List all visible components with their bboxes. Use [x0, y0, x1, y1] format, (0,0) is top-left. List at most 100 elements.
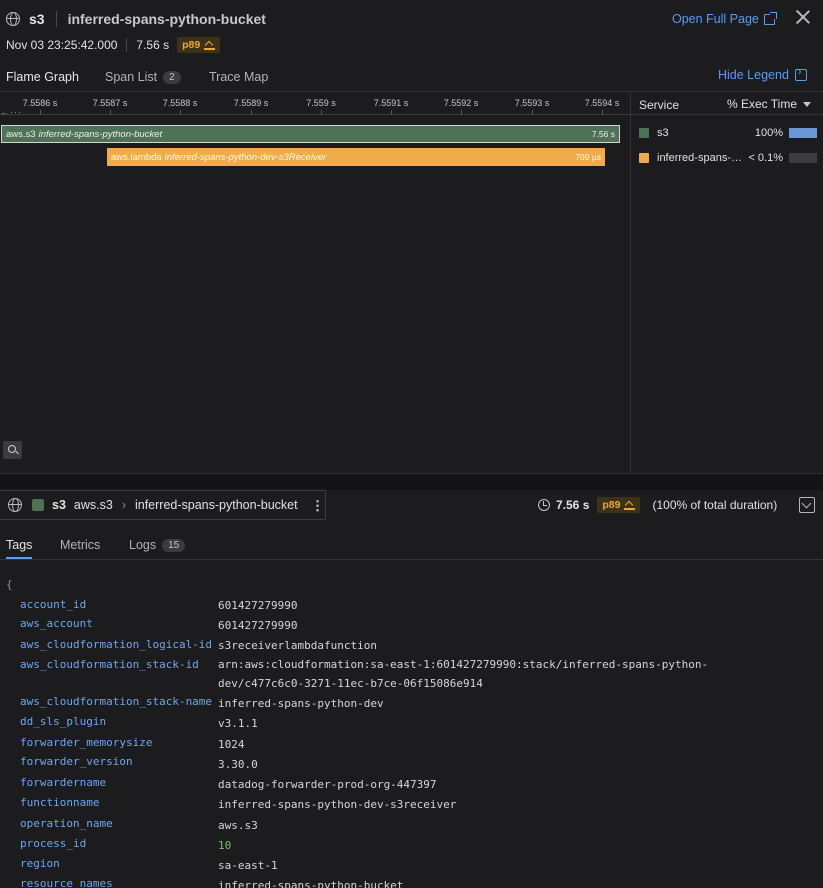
globe-icon [6, 12, 20, 26]
tag-value[interactable]: datadog-forwarder-prod-org-447397 [218, 778, 437, 791]
tab-trace-map[interactable]: Trace Map [209, 68, 268, 86]
service-name: s3 [29, 11, 45, 27]
tag-key[interactable]: operation_name [20, 817, 113, 830]
flame-graph[interactable]: ←··· 7.5586 s 7.5587 s 7.5588 s 7.5589 s… [0, 93, 630, 473]
tag-value[interactable]: inferred-spans-python-dev-s3receiver [218, 798, 456, 811]
span-duration: 709 µs [575, 152, 601, 162]
span-resource: inferred-spans-python-bucket [134, 498, 298, 512]
collapse-panel-icon[interactable] [799, 497, 815, 513]
tab-label: Logs [129, 538, 157, 552]
globe-icon [8, 498, 22, 512]
tag-value[interactable]: 3.30.0 [218, 758, 258, 771]
tag-value[interactable]: inferred-spans-python-dev [218, 697, 384, 710]
tick-mark [40, 110, 41, 115]
resource-name: inferred-spans-python-bucket [67, 11, 266, 27]
tick-label: 7.5591 s [373, 98, 409, 108]
exec-time-fill [789, 128, 817, 138]
legend-row-inferred-spans[interactable]: inferred-spans-python-dev < 0.1% [631, 149, 823, 167]
tab-flame-graph[interactable]: Flame Graph [6, 68, 79, 98]
legend-header: Service % Exec Time [631, 93, 823, 115]
tab-metrics[interactable]: Metrics [60, 536, 100, 554]
tag-value[interactable]: 10 [218, 839, 231, 852]
span-duration: 7.56 s [591, 129, 615, 139]
tag-value-continued[interactable]: dev/c477c6c0-3271-11ec-b7ce-06f15086e914 [218, 677, 483, 690]
tag-key[interactable]: forwarder_version [20, 755, 133, 768]
tag-key[interactable]: aws_account [20, 617, 93, 630]
legend-exec-pct: < 0.1% [748, 152, 783, 164]
hide-legend-button[interactable]: Hide Legend [718, 66, 807, 82]
header-meta-row: Nov 03 23:25:42.000 7.56 s p89 [6, 37, 221, 53]
span-duration: 7.56 s [556, 498, 590, 512]
close-icon[interactable] [795, 9, 811, 25]
tag-value[interactable]: 1024 [218, 738, 245, 751]
tag-value[interactable]: inferred-spans-python-bucket [218, 879, 403, 888]
tab-label: Span List [105, 70, 158, 84]
tick-label: 7.5586 s [22, 98, 58, 108]
tag-key[interactable]: aws_cloudformation_stack-id [20, 658, 199, 671]
tag-value[interactable]: sa-east-1 [218, 859, 278, 872]
tag-key[interactable]: region [20, 857, 60, 870]
tag-value[interactable]: v3.1.1 [218, 717, 258, 730]
more-options-icon[interactable] [316, 499, 319, 512]
tag-value[interactable]: 601427279990 [218, 619, 297, 632]
exec-time-bar [789, 128, 817, 138]
tag-key[interactable]: resource_names [20, 877, 113, 888]
span-operation: aws.s3 [6, 128, 36, 140]
span-bar-lambda[interactable]: aws.lambda inferred-spans-python-dev-s3R… [107, 148, 605, 166]
header-title-row: s3 inferred-spans-python-bucket [6, 9, 266, 29]
tag-key[interactable]: forwarder_memorysize [20, 736, 152, 749]
tag-value[interactable]: s3receiverlambdafunction [218, 639, 377, 652]
tab-logs[interactable]: Logs 15 [129, 536, 186, 554]
divider [126, 38, 128, 52]
tab-label: Metrics [60, 538, 101, 552]
span-resource: inferred-spans-python-dev-s3Receiver [164, 151, 327, 163]
span-operation: aws.lambda [111, 151, 162, 163]
selected-span-bar: s3 aws.s3 › inferred-spans-python-bucket… [0, 490, 823, 520]
tag-key[interactable]: process_id [20, 837, 86, 850]
zoom-icon[interactable] [3, 441, 22, 459]
tick-mark [321, 110, 322, 115]
legend-col-exec-label: % Exec Time [727, 97, 798, 111]
open-full-page-link[interactable]: Open Full Page [672, 11, 777, 26]
legend-row-s3[interactable]: s3 100% [631, 124, 823, 142]
service-color-swatch [639, 128, 649, 138]
tag-value[interactable]: arn:aws:cloudformation:sa-east-1:6014272… [218, 658, 708, 671]
external-link-icon [763, 11, 777, 25]
span-header: s3 inferred-spans-python-bucket Open Ful… [0, 0, 823, 64]
tag-value[interactable]: aws.s3 [218, 819, 258, 832]
percentile-label: p89 [602, 499, 621, 511]
tag-key[interactable]: forwardername [20, 776, 106, 789]
tab-tags[interactable]: Tags [6, 536, 32, 559]
tag-key[interactable]: functionname [20, 796, 99, 809]
tab-span-list[interactable]: Span List 2 [105, 68, 181, 86]
legend-service-name: inferred-spans-python-dev [657, 152, 745, 164]
percentile-badge[interactable]: p89 [177, 37, 221, 53]
span-operation: aws.s3 [73, 498, 113, 512]
tick-mark [110, 110, 111, 115]
resize-handle[interactable] [0, 473, 823, 490]
distribution-icon [624, 501, 636, 510]
service-color-swatch [32, 499, 44, 511]
clock-icon [538, 499, 550, 511]
span-breadcrumb: s3 aws.s3 › inferred-spans-python-bucket [0, 490, 326, 520]
tag-key[interactable]: aws_cloudformation_stack-name [20, 695, 212, 708]
span-duration-info: 7.56 s p89 (100% of total duration) [538, 497, 777, 513]
tag-key[interactable]: dd_sls_plugin [20, 715, 106, 728]
percentile-badge[interactable]: p89 [597, 497, 641, 513]
chevron-right-icon: › [121, 498, 126, 512]
divider [55, 11, 57, 27]
hide-legend-label: Hide Legend [718, 68, 789, 82]
tag-value[interactable]: 601427279990 [218, 599, 297, 612]
legend-col-service: Service [639, 98, 680, 112]
span-resource: inferred-spans-python-bucket [38, 128, 163, 140]
tick-mark [251, 110, 252, 115]
tab-label: Flame Graph [6, 70, 79, 84]
tag-key[interactable]: account_id [20, 598, 86, 611]
tag-key[interactable]: aws_cloudformation_logical-id [20, 638, 212, 651]
tick-label: 7.5588 s [162, 98, 198, 108]
legend-col-exec-time[interactable]: % Exec Time [727, 97, 812, 111]
service-color-swatch [639, 153, 649, 163]
span-bar-s3[interactable]: aws.s3 inferred-spans-python-bucket 7.56… [1, 125, 620, 143]
tick-mark [602, 110, 603, 115]
service-legend: Service % Exec Time s3 100% inferred-spa… [630, 93, 823, 473]
